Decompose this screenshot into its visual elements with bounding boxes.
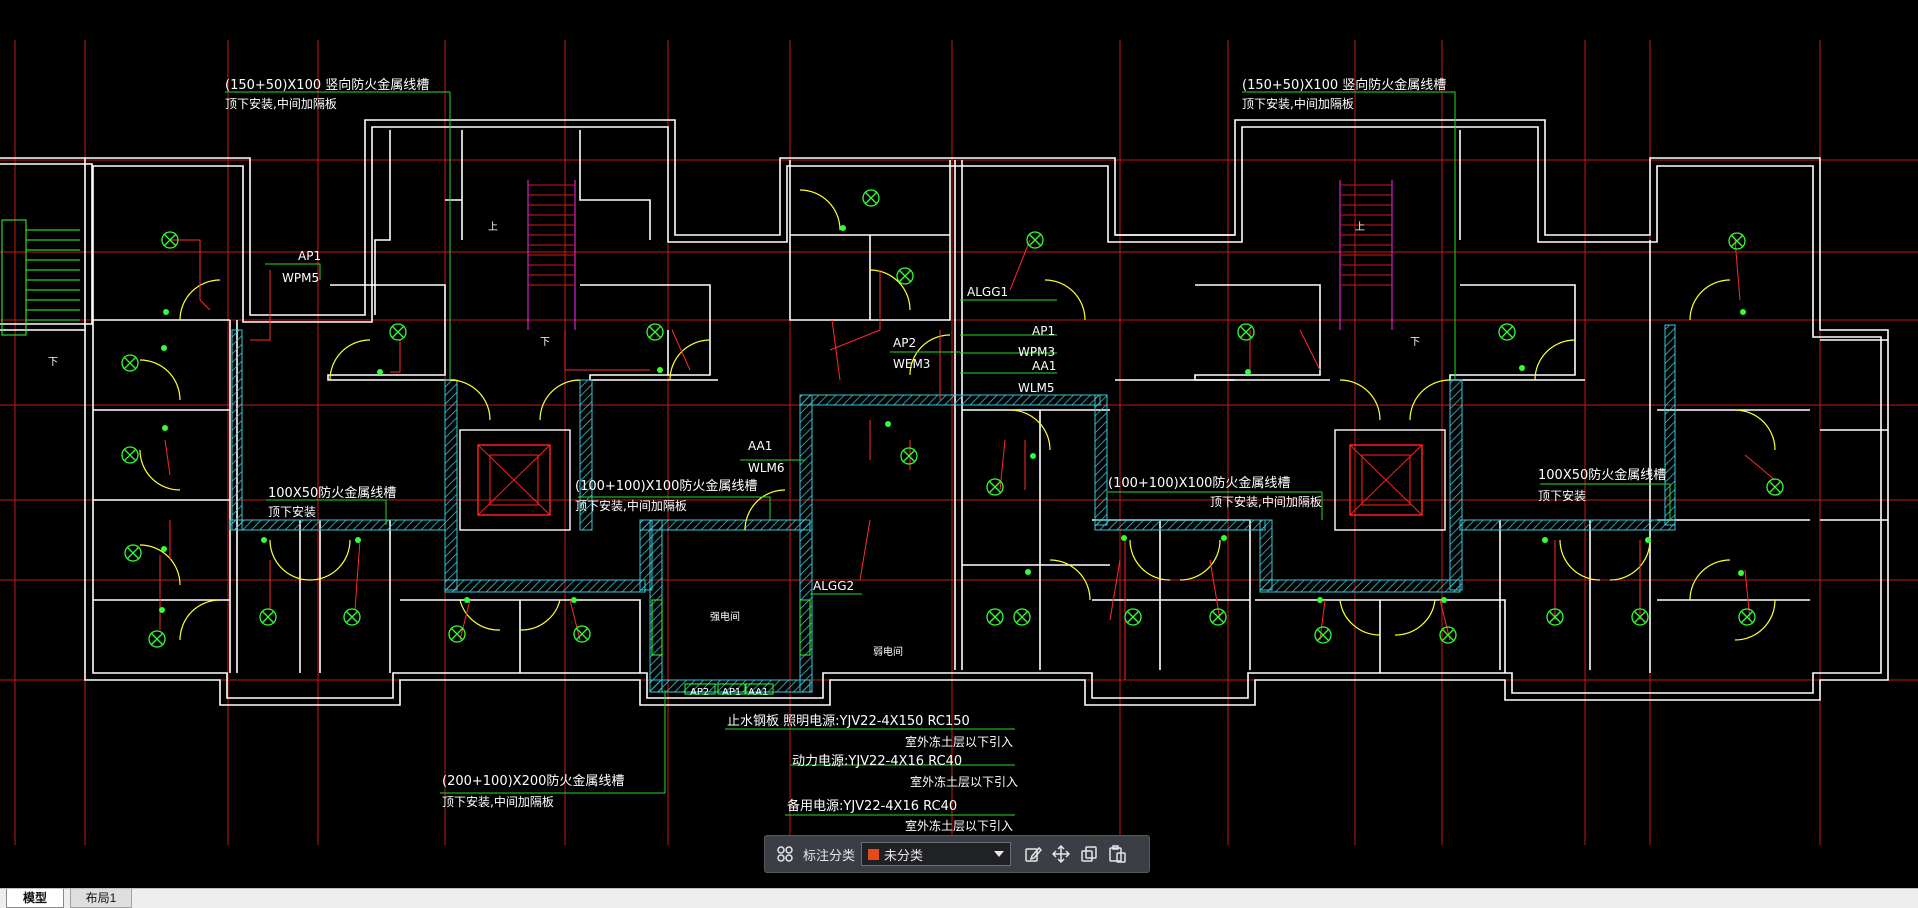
tray-label-top-left: (150+50)X100 竖向防火金属线槽 bbox=[225, 77, 429, 93]
tab-model[interactable]: 模型 bbox=[6, 889, 64, 908]
move-icon[interactable] bbox=[1047, 840, 1075, 868]
cable-note-backup: 室外冻土层以下引入 bbox=[905, 818, 1013, 833]
label-ap2: AP2 bbox=[893, 336, 916, 350]
wiring bbox=[159, 239, 1776, 680]
copy-icon[interactable] bbox=[1075, 840, 1103, 868]
label-stair-down-1: 下 bbox=[48, 357, 58, 368]
doors bbox=[139, 189, 1776, 641]
tray-note-mid-left: 顶下安装 bbox=[268, 504, 316, 519]
tray-note-top-right: 顶下安装,中间加隔板 bbox=[1242, 96, 1354, 111]
annotation-category-dropdown[interactable]: 未分类 bbox=[861, 842, 1012, 866]
cable-label-power: 动力电源:YJV22-4X16 RC40 bbox=[792, 754, 962, 769]
label-stair-up-2: 上 bbox=[1355, 221, 1365, 233]
tray-note-bottom: 顶下安装,中间加隔板 bbox=[442, 794, 554, 809]
label-stair-down-3: 下 bbox=[1410, 337, 1420, 348]
tray-note-mid-right: 顶下安装,中间加隔板 bbox=[1210, 494, 1322, 509]
annotation-category-label: 标注分类 bbox=[803, 848, 856, 864]
building-walls bbox=[0, 119, 1889, 706]
label-panel-aa1: AA1 bbox=[748, 687, 768, 698]
elevator-left bbox=[459, 429, 571, 531]
chevron-down-icon bbox=[994, 851, 1005, 857]
label-algg1: ALGG1 bbox=[967, 285, 1008, 299]
label-wem3: WEM3 bbox=[893, 357, 930, 371]
label-panel-ap1: AP1 bbox=[722, 687, 741, 698]
tray-label-far-right: 100X50防火金属线槽 bbox=[1538, 467, 1666, 483]
label-wlm6: WLM6 bbox=[748, 461, 785, 475]
stair-left bbox=[527, 180, 576, 330]
label-stair-up-1: 上 bbox=[488, 221, 498, 233]
label-panel-ap2: AP2 bbox=[690, 687, 709, 698]
paste-icon[interactable] bbox=[1103, 840, 1131, 868]
cad-drawing-canvas[interactable]: (150+50)X100 竖向防火金属线槽 顶下安装,中间加隔板 (150+50… bbox=[0, 0, 1918, 888]
label-wlm5: WLM5 bbox=[1018, 381, 1055, 395]
stair-right bbox=[1339, 180, 1393, 330]
edit-icon[interactable] bbox=[1019, 840, 1047, 868]
cable-label-lighting: 止水钢板 照明电源:YJV22-4X150 RC150 bbox=[727, 714, 970, 729]
category-selected-value: 未分类 bbox=[884, 848, 924, 864]
layout-tab-bar: 模型 布局1 bbox=[0, 888, 1918, 908]
label-wpm3: WPM3 bbox=[1018, 345, 1055, 359]
label-aa1-left: AA1 bbox=[748, 439, 772, 453]
annotation-category-toolbar: 标注分类 未分类 bbox=[764, 835, 1150, 873]
tray-label-bottom: (200+100)X200防火金属线槽 bbox=[442, 773, 624, 789]
tray-label-mid-left: 100X50防火金属线槽 bbox=[268, 485, 396, 501]
cable-note-lighting: 室外冻土层以下引入 bbox=[905, 734, 1013, 749]
tray-note-mid-center: 顶下安装,中间加隔板 bbox=[575, 498, 687, 513]
label-ap1-right: AP1 bbox=[1032, 324, 1055, 338]
category-color-swatch bbox=[868, 848, 880, 860]
grid-icon[interactable] bbox=[771, 840, 799, 868]
elevator-right bbox=[1334, 429, 1446, 531]
label-aa1-right: AA1 bbox=[1032, 359, 1056, 373]
tray-note-far-right: 顶下安装 bbox=[1538, 488, 1586, 503]
label-wpm5: WPM5 bbox=[282, 271, 319, 285]
label-stair-down-2: 下 bbox=[540, 337, 550, 348]
label-algg2: ALGG2 bbox=[813, 579, 854, 593]
tab-layout1[interactable]: 布局1 bbox=[70, 889, 132, 908]
cable-label-backup: 备用电源:YJV22-4X16 RC40 bbox=[787, 798, 957, 814]
label-room-strong-current: 强电间 bbox=[710, 610, 740, 623]
tray-label-mid-right: (100+100)X100防火金属线槽 bbox=[1108, 475, 1290, 491]
label-room-weak-current: 弱电间 bbox=[873, 645, 903, 658]
cable-note-power: 室外冻土层以下引入 bbox=[910, 774, 1018, 789]
stair-far-left bbox=[1, 219, 80, 336]
floor-plan: (150+50)X100 竖向防火金属线槽 顶下安装,中间加隔板 (150+50… bbox=[0, 40, 1918, 845]
label-ap1-left: AP1 bbox=[298, 249, 321, 263]
tray-note-top-left: 顶下安装,中间加隔板 bbox=[225, 96, 337, 111]
tray-label-top-right: (150+50)X100 竖向防火金属线槽 bbox=[1242, 77, 1446, 93]
tray-label-mid-center: (100+100)X100防火金属线槽 bbox=[575, 478, 757, 494]
